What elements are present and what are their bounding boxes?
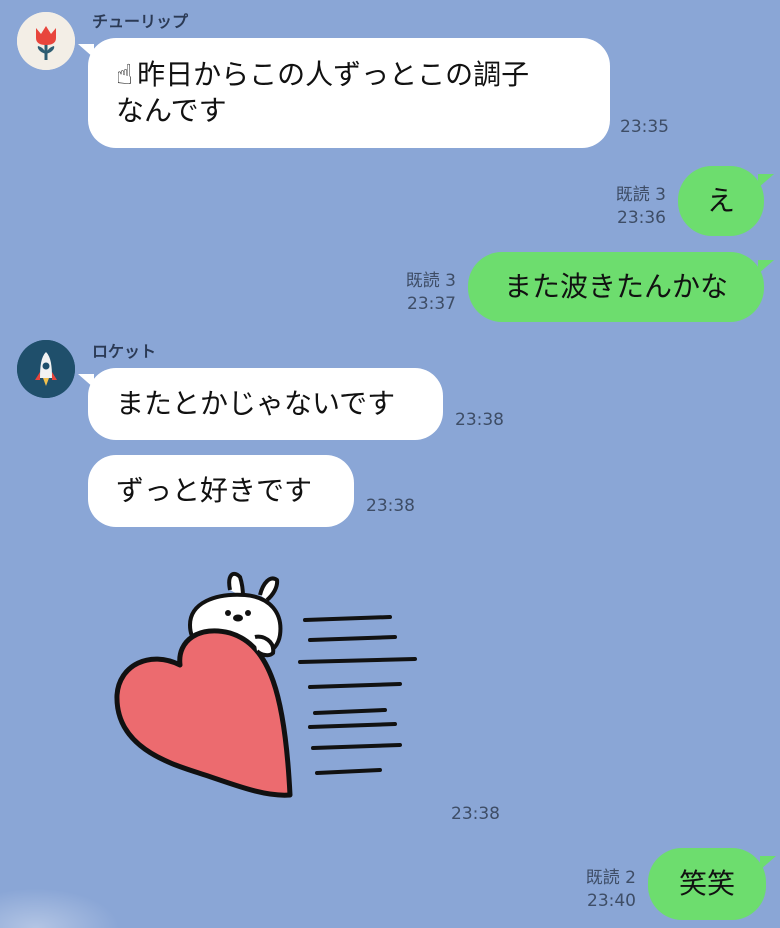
message-text: ☝ 昨日からこの人ずっとこの調子 bbox=[116, 57, 530, 91]
message-bubble[interactable]: ☝ 昨日からこの人ずっとこの調子 なんです bbox=[78, 38, 610, 148]
tulip-avatar-icon[interactable] bbox=[17, 12, 75, 70]
message-text: ずっと好きです bbox=[116, 473, 313, 507]
timestamp: 23:38 bbox=[366, 496, 415, 516]
timestamp: 23:35 bbox=[620, 117, 669, 137]
sender-name: ロケット bbox=[92, 342, 157, 361]
message-bubble[interactable]: え bbox=[678, 166, 774, 236]
read-receipt: 既読 3 23:37 bbox=[405, 271, 456, 314]
message-text: え bbox=[706, 183, 735, 217]
sender-name: チューリップ bbox=[92, 12, 189, 31]
message-bubble[interactable]: またとかじゃないです bbox=[78, 368, 443, 440]
message-bubble[interactable]: ずっと好きです bbox=[88, 455, 354, 527]
timestamp: 23:38 bbox=[451, 804, 500, 824]
background-cloud bbox=[0, 888, 120, 928]
timestamp: 23:38 bbox=[455, 410, 504, 430]
message-text: またとかじゃないです bbox=[116, 386, 396, 420]
message-bubble[interactable]: 笑笑 bbox=[648, 848, 776, 920]
message-text: また波きたんかな bbox=[503, 269, 728, 303]
read-receipt: 既読 3 23:36 bbox=[615, 185, 666, 228]
message-text-line2: なんです bbox=[116, 94, 227, 127]
rabbit-heart-sticker[interactable] bbox=[105, 565, 425, 810]
message-text: 笑笑 bbox=[678, 866, 735, 900]
read-receipt: 既読 2 23:40 bbox=[585, 868, 636, 911]
rocket-avatar-icon[interactable] bbox=[17, 340, 75, 398]
message-bubble[interactable]: また波きたんかな bbox=[468, 252, 774, 322]
pointing-up-emoji: ☝ bbox=[116, 57, 134, 91]
